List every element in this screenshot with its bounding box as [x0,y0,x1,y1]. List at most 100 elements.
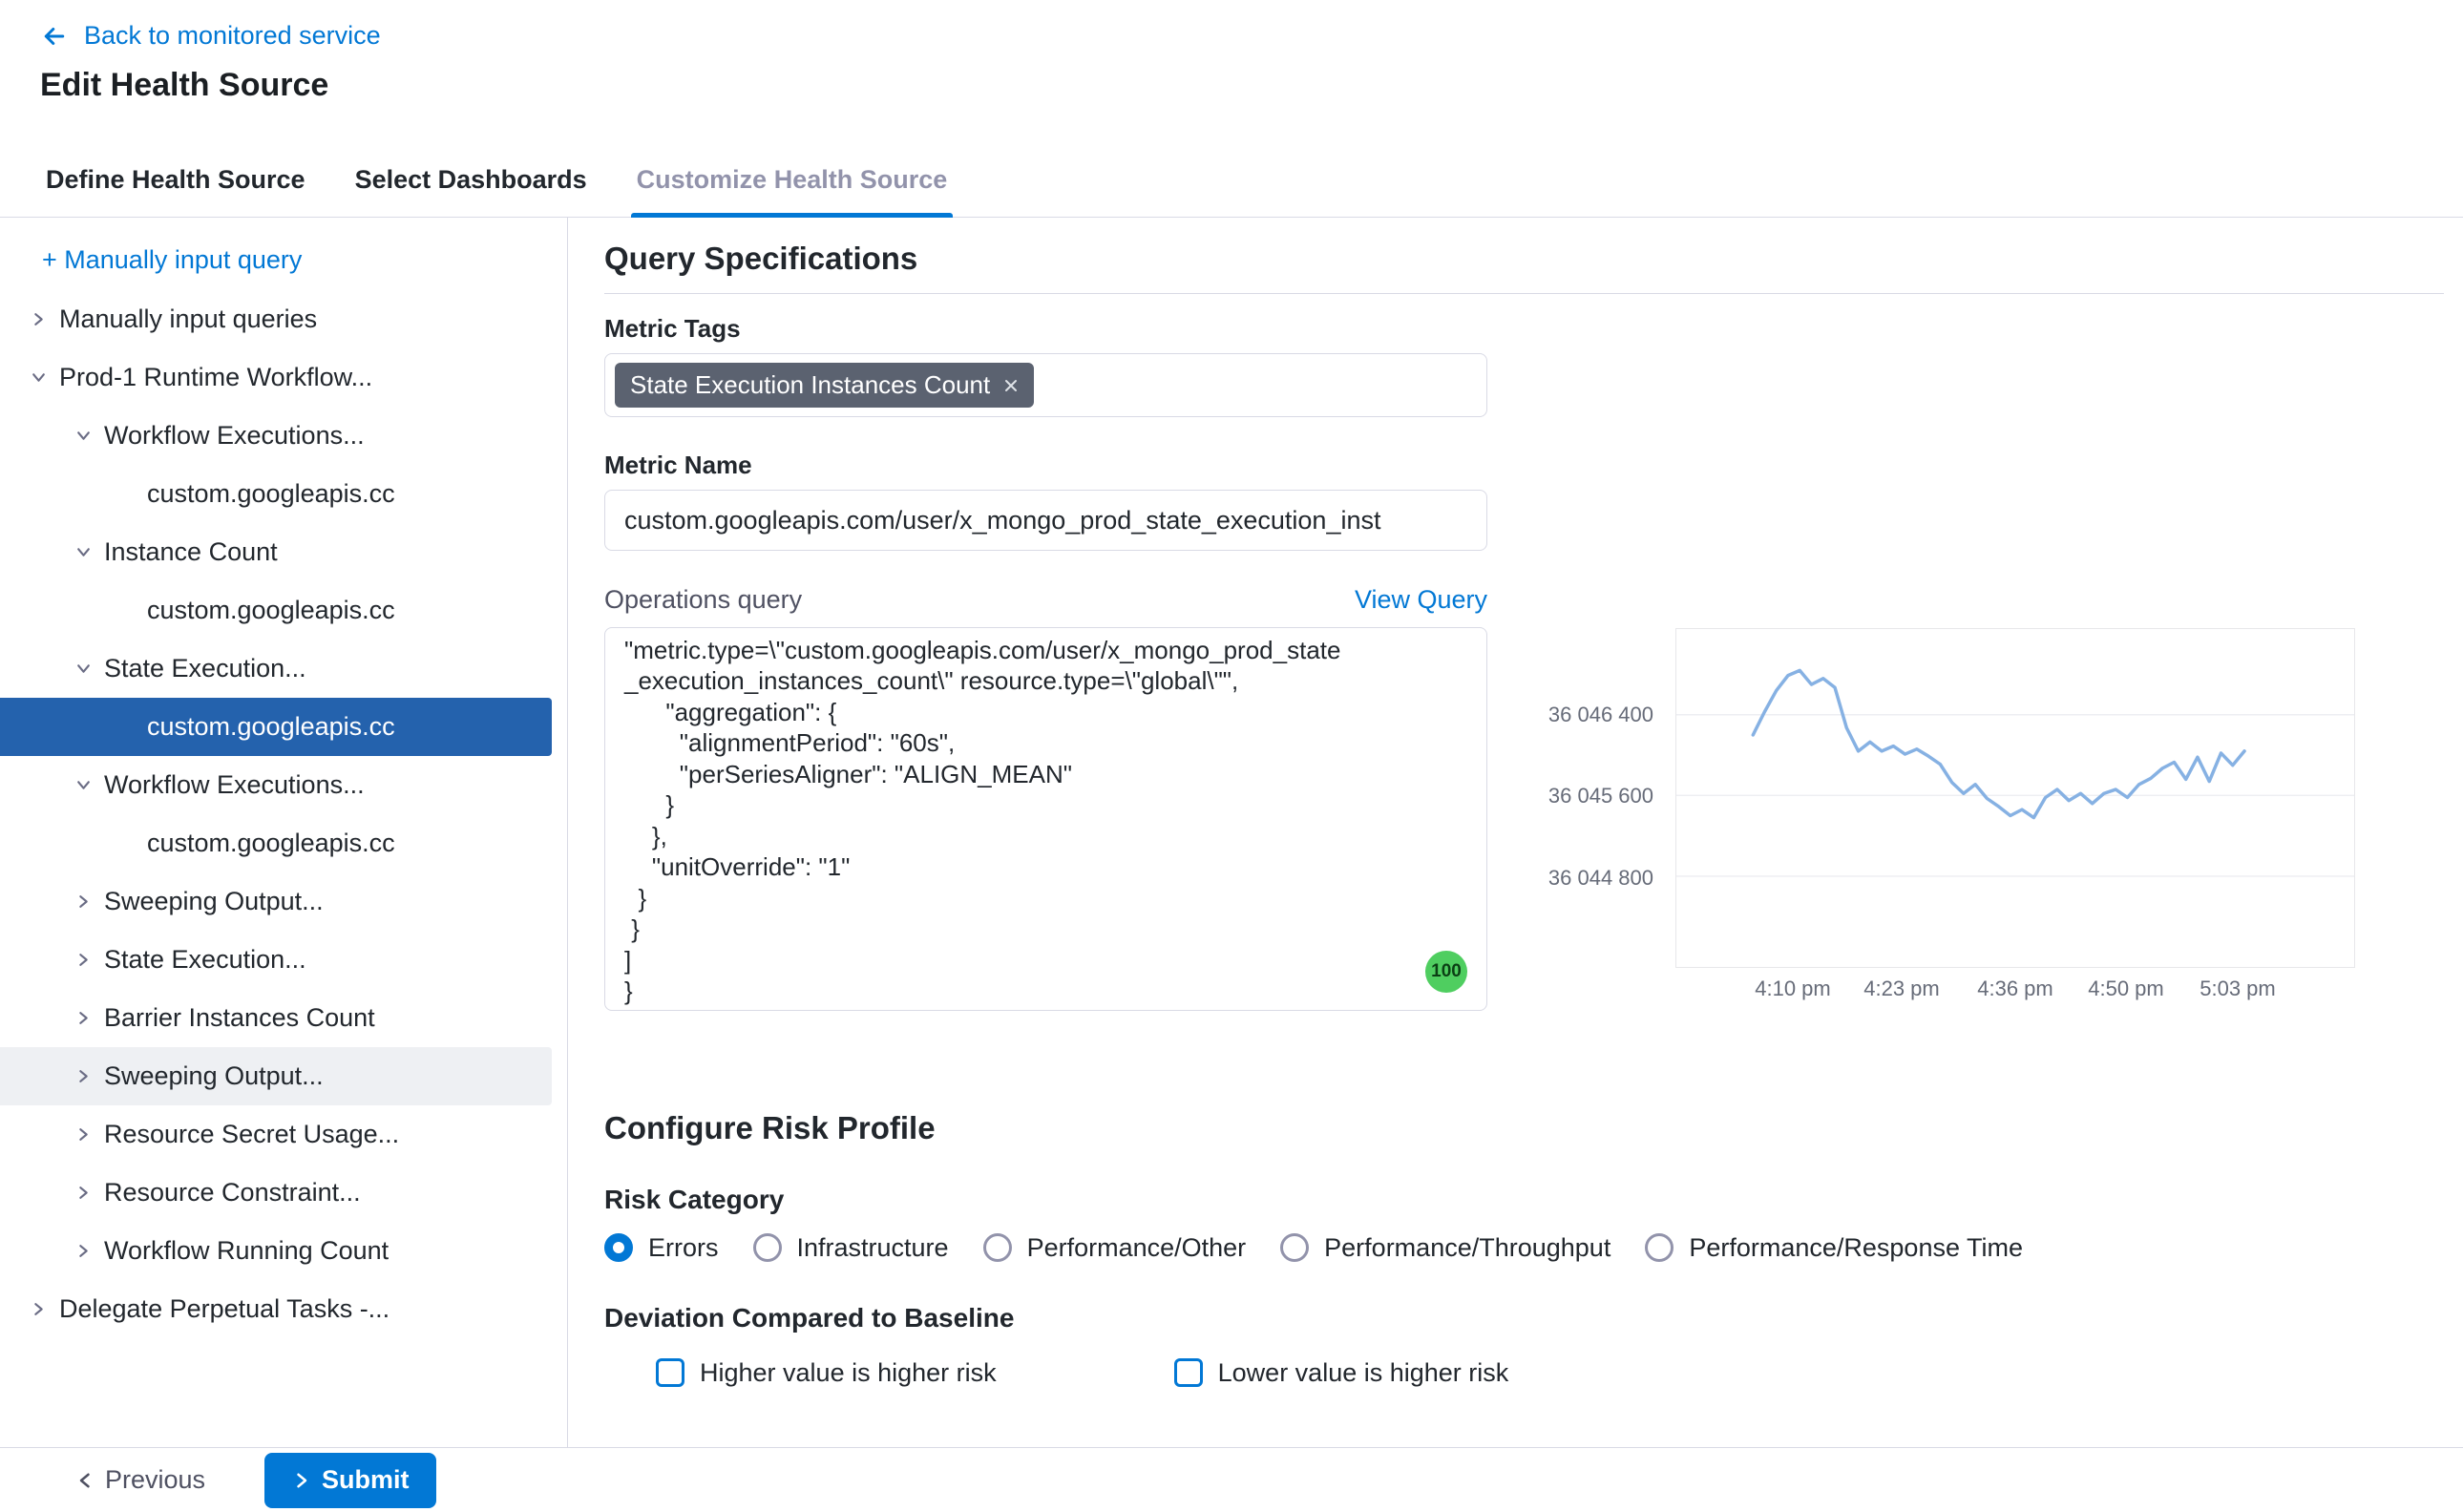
view-query-link[interactable]: View Query [1355,585,1487,615]
tree-item-label: custom.googleapis.cc [147,479,395,509]
tree-item-resource-secret-usage[interactable]: Resource Secret Usage... [0,1105,567,1164]
tree-item-metric[interactable]: custom.googleapis.cc [0,814,567,872]
tree-item-label: State Execution... [104,654,306,683]
radio-label: Errors [648,1233,719,1263]
tree-item-metric[interactable]: custom.googleapis.cc [0,465,567,523]
main-panel: Query Specifications Metric Tags State E… [568,218,2463,1447]
tree-item-sweeping-output[interactable]: Sweeping Output... [0,872,567,931]
chevron-right-icon[interactable] [74,1184,93,1203]
tree-item-label: Sweeping Output... [104,1061,324,1091]
previous-button[interactable]: Previous [76,1465,205,1495]
chevron-right-icon[interactable] [74,1242,93,1261]
operations-query-text: "filter": "metric.type=\"custom.googleap… [624,627,1467,1007]
wizard-tabs: Define Health Source Select Dashboards C… [0,143,2463,218]
checkbox-higher-value-higher-risk[interactable]: Higher value is higher risk [656,1358,997,1388]
y-axis-label: 36 046 400 [1520,703,1653,727]
radio-selected-icon[interactable] [604,1233,633,1262]
tree-item-metric-selected[interactable]: custom.googleapis.cc [0,698,552,756]
tree-item-delegate-perpetual-tasks[interactable]: Delegate Perpetual Tasks -... [0,1280,567,1338]
radio-infrastructure[interactable]: Infrastructure [753,1233,949,1263]
deviation-options: Higher value is higher risk Lower value … [604,1355,2444,1390]
checkbox-lower-value-higher-risk[interactable]: Lower value is higher risk [1174,1358,1509,1388]
chevron-right-icon[interactable] [29,1300,48,1319]
tree-item-workflow-executions-2[interactable]: Workflow Executions... [0,756,567,814]
checkbox-label: Higher value is higher risk [700,1358,997,1388]
tree-item-metric[interactable]: custom.googleapis.cc [0,581,567,640]
page-body: + Manually input query Manually input qu… [0,218,2463,1447]
chevron-right-icon[interactable] [29,310,48,329]
submit-button-label: Submit [322,1465,410,1495]
tree-item-workflow-executions[interactable]: Workflow Executions... [0,407,567,465]
checkbox-icon[interactable] [656,1358,684,1387]
operations-query-label: Operations query [604,585,802,615]
wizard-footer: Previous Submit [0,1447,2463,1512]
operations-query-textarea[interactable]: "filter": "metric.type=\"custom.googleap… [604,627,1487,1011]
radio-errors[interactable]: Errors [604,1233,719,1263]
radio-label: Performance/Other [1027,1233,1247,1263]
tree-item-label: custom.googleapis.cc [147,829,395,858]
chevron-down-icon[interactable] [74,660,93,679]
radio-icon[interactable] [753,1233,782,1262]
metric-name-label: Metric Name [604,450,2444,480]
risk-category-options: Errors Infrastructure Performance/Other … [604,1231,2444,1264]
tree-item-sweeping-output-2[interactable]: Sweeping Output... [0,1047,552,1105]
page-title: Edit Health Source [40,64,2463,106]
radio-icon[interactable] [1645,1233,1674,1262]
metric-preview-chart [1675,628,2355,968]
tree-item-label: Workflow Running Count [104,1236,389,1266]
radio-icon[interactable] [983,1233,1012,1262]
radio-icon[interactable] [1280,1233,1309,1262]
tab-define-health-source[interactable]: Define Health Source [46,143,305,217]
tree-item-label: Resource Constraint... [104,1178,361,1208]
tree-item-label: Barrier Instances Count [104,1003,375,1033]
tree-item-label: Manually input queries [59,304,317,334]
add-manual-query-link[interactable]: + Manually input query [42,242,302,277]
operations-query-row: Operations query View Query [604,582,1487,617]
tree-item-label: Prod-1 Runtime Workflow... [59,363,372,392]
tree-item-label: State Execution... [104,945,306,975]
previous-button-label: Previous [105,1465,205,1495]
radio-label: Performance/Response Time [1689,1233,2023,1263]
back-link[interactable]: Back to monitored service [40,21,381,51]
tree-item-label: Delegate Perpetual Tasks -... [59,1294,389,1324]
radio-label: Performance/Throughput [1324,1233,1610,1263]
tree-item-barrier-instances-count[interactable]: Barrier Instances Count [0,989,567,1047]
tree-item-state-execution-2[interactable]: State Execution... [0,931,567,989]
checkbox-icon[interactable] [1174,1358,1203,1387]
radio-performance-other[interactable]: Performance/Other [983,1233,1247,1263]
metric-tags-input[interactable]: State Execution Instances Count [604,353,1487,417]
tab-select-dashboards[interactable]: Select Dashboards [355,143,587,217]
tree-item-label: Sweeping Output... [104,887,324,916]
back-link-label: Back to monitored service [84,21,381,51]
radio-label: Infrastructure [797,1233,949,1263]
tree-item-instance-count[interactable]: Instance Count [0,523,567,581]
chevron-right-icon [291,1471,310,1490]
chevron-down-icon[interactable] [29,368,48,388]
chevron-right-icon[interactable] [74,1009,93,1028]
metric-tags-label: Metric Tags [604,313,2444,344]
chevron-right-icon[interactable] [74,951,93,970]
tree-item-manually-input-queries[interactable]: Manually input queries [0,290,567,348]
chevron-down-icon[interactable] [74,776,93,795]
tree-item-prod1-runtime-workflow[interactable]: Prod-1 Runtime Workflow... [0,348,567,407]
chevron-right-icon[interactable] [74,1125,93,1144]
risk-category-label: Risk Category [604,1184,2444,1216]
submit-button[interactable]: Submit [264,1453,436,1508]
tree-item-workflow-running-count[interactable]: Workflow Running Count [0,1222,567,1280]
query-specifications-title: Query Specifications [604,239,2444,278]
close-icon[interactable] [1003,378,1019,393]
x-axis-label: 4:50 pm [2069,976,2183,1001]
tree-item-label: custom.googleapis.cc [147,712,395,742]
tree-item-state-execution[interactable]: State Execution... [0,640,567,698]
radio-performance-response-time[interactable]: Performance/Response Time [1645,1233,2023,1263]
radio-performance-throughput[interactable]: Performance/Throughput [1280,1233,1610,1263]
tab-customize-health-source[interactable]: Customize Health Source [637,143,948,217]
chevron-right-icon[interactable] [74,1067,93,1086]
chevron-left-icon [76,1471,95,1490]
metric-name-input[interactable] [604,490,1487,551]
y-axis-label: 36 045 600 [1520,784,1653,808]
chevron-down-icon[interactable] [74,543,93,562]
tree-item-resource-constraint[interactable]: Resource Constraint... [0,1164,567,1222]
chevron-down-icon[interactable] [74,427,93,446]
chevron-right-icon[interactable] [74,892,93,912]
